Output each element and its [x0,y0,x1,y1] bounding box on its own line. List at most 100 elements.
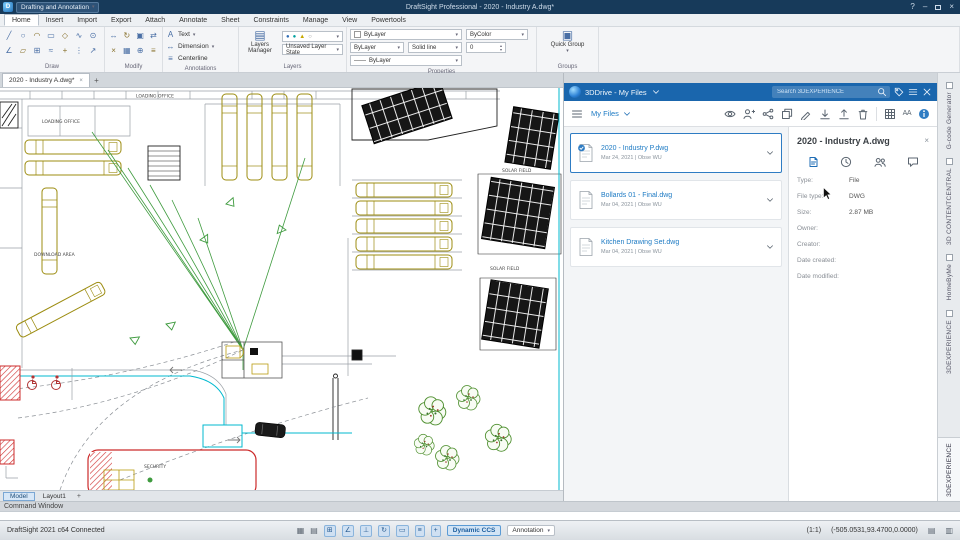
command-window-titlebar[interactable]: Command Window [0,501,960,511]
chevron-down-icon[interactable] [651,87,661,97]
tab-home[interactable]: Home [4,14,39,26]
search-box[interactable] [772,86,890,98]
draw-tool-icon[interactable]: ◇ [59,29,71,42]
text-size-icon[interactable]: AA [903,110,912,117]
edit-pencil-icon[interactable] [800,108,812,120]
new-tab-button[interactable]: + [90,74,103,87]
tab-history-clock-icon[interactable] [840,156,852,168]
restore-button[interactable] [935,4,942,10]
chevron-down-icon[interactable] [765,242,775,252]
add-sheet-button[interactable]: + [74,493,84,500]
line-color-dropdown[interactable]: ByLayer ▾ [350,29,462,40]
snap-toggle-icon[interactable]: ⊞ [323,524,336,537]
grid-view-icon[interactable] [884,108,896,120]
modify-tool-icon[interactable]: ⊕ [135,44,146,57]
line-weight-dropdown[interactable]: —— ByLayer ▾ [350,55,462,66]
draw-tool-icon[interactable]: + [59,44,71,57]
hatch-color-dropdown[interactable]: ByColor ▾ [466,29,528,40]
command-input[interactable] [0,511,960,520]
share-icon[interactable] [762,108,774,120]
chevron-down-icon[interactable] [765,195,775,205]
draw-tool-icon[interactable]: ▭ [45,29,57,42]
stepper-arrows-icon[interactable]: ▴ ▾ [500,44,502,51]
modify-tool-icon[interactable]: ↔ [108,29,119,42]
hamburger-icon[interactable] [571,108,583,120]
file-item[interactable]: 2020 - Industry P.dwg Mar 24, 2021 | Obs… [570,133,782,173]
drawing-area[interactable]: LOADING OFFICE LOADING OFFICE DOWNLOAD A… [0,79,563,497]
tab-comments-icon[interactable] [907,156,919,168]
file-item[interactable]: Kitchen Drawing Set.dwg Mar 04, 2021 | O… [570,227,782,267]
rail-item-3dexperience[interactable]: 3DEXPERIENCE [945,309,953,373]
tab-insert[interactable]: Insert [39,14,71,26]
centerline-tool-button[interactable]: ≡ Centerline [166,53,235,64]
ortho-toggle-icon[interactable]: ⊥ [359,524,373,537]
status-right-icon[interactable]: ▤ [928,526,936,535]
dimension-tool-button[interactable]: ↔ Dimension ▾ [166,41,235,52]
draw-tool-icon[interactable]: ○ [17,29,29,42]
tab-export[interactable]: Export [104,14,138,26]
add-user-icon[interactable] [743,108,755,120]
draw-tool-icon[interactable]: ⊙ [87,29,99,42]
draw-tool-icon[interactable]: ⊞ [31,44,43,57]
info-icon[interactable] [918,108,930,120]
transparency-stepper[interactable]: 0 ▴ ▾ [466,42,506,53]
tab-view[interactable]: View [335,14,364,26]
tab-collaborators-icon[interactable] [874,156,886,168]
rail-item-homebyme[interactable]: HomeByMe [945,254,953,301]
close-panel-icon[interactable] [922,87,932,97]
modify-tool-icon[interactable]: ↻ [121,29,132,42]
workspace-dropdown[interactable]: Drafting and Annotation ▾ [16,1,100,13]
eye-icon[interactable] [724,108,736,120]
dynamic-ccs-button[interactable]: Dynamic CCS [446,525,502,536]
modify-tool-icon[interactable]: ▣ [135,29,146,42]
file-item[interactable]: Bollards 01 - Final.dwg Mar 04, 2021 | O… [570,180,782,220]
help-button[interactable]: ? [910,3,914,11]
polar-toggle-icon[interactable]: ↻ [378,524,390,537]
modify-tool-icon[interactable]: ⇄ [148,29,159,42]
tab-sheet[interactable]: Sheet [214,14,246,26]
close-tab-icon[interactable]: × [79,78,83,84]
tab-layout1[interactable]: Layout1 [37,492,72,501]
minimize-button[interactable]: – [923,3,927,11]
status-tool-icon[interactable]: ▦ [297,526,305,535]
draw-tool-icon[interactable]: ∠ [3,44,15,57]
modify-tool-icon[interactable]: ≡ [148,44,159,57]
trash-icon[interactable] [857,108,869,120]
layer-color-dropdown[interactable]: ● ● ▲ ○ ▾ [282,31,343,42]
esnap-toggle-icon[interactable]: + [430,524,441,537]
status-tool-icon[interactable]: ▤ [310,526,318,535]
draw-tool-icon[interactable]: ╱ [3,29,15,42]
draw-tool-icon[interactable]: ↗ [87,44,99,57]
close-button[interactable]: × [949,3,954,11]
layer-state-dropdown[interactable]: Unsaved Layer State ▾ [282,44,343,56]
tab-info-doc-icon[interactable] [807,156,819,168]
tab-model[interactable]: Model [3,491,35,501]
draw-tool-icon[interactable]: ⋮ [73,44,85,57]
tab-annotate[interactable]: Annotate [172,14,214,26]
search-icon[interactable] [877,87,887,97]
draw-tool-icon[interactable]: ◠ [31,29,43,42]
rail-item-3dexperience-active[interactable]: 3DEXPERIENCE [938,437,960,501]
modify-tool-icon[interactable]: ▦ [121,44,132,57]
tab-constraints[interactable]: Constraints [246,14,295,26]
text-tool-button[interactable]: A Text ▾ [166,29,235,40]
close-details-icon[interactable]: × [924,136,929,145]
draw-tool-icon[interactable]: ▱ [17,44,29,57]
layers-manager-button[interactable]: ▤ Layers Manager [242,29,278,63]
chevron-down-icon[interactable] [765,148,775,158]
download-icon[interactable] [819,108,831,120]
line-style-dropdown[interactable]: ByLayer ▾ [350,42,404,53]
tab-import[interactable]: Import [70,14,104,26]
etrack-toggle-icon[interactable]: ≡ [414,524,425,537]
drawing-canvas[interactable]: LOADING OFFICE LOADING OFFICE DOWNLOAD A… [0,79,563,497]
breadcrumb[interactable]: My Files [591,109,632,119]
rail-item-contentcentral[interactable]: 3D CONTENTCENTRAL [945,158,953,245]
rail-item-gcode[interactable]: G-code Generator [945,82,953,149]
tab-attach[interactable]: Attach [138,14,172,26]
annotation-scale-dropdown[interactable]: Annotation ▾ [507,525,555,536]
tab-manage[interactable]: Manage [296,14,335,26]
line-pattern-dropdown[interactable]: Solid line ▾ [408,42,462,53]
modify-tool-icon[interactable]: × [108,44,119,57]
draw-tool-icon[interactable]: ∿ [73,29,85,42]
upload-icon[interactable] [838,108,850,120]
